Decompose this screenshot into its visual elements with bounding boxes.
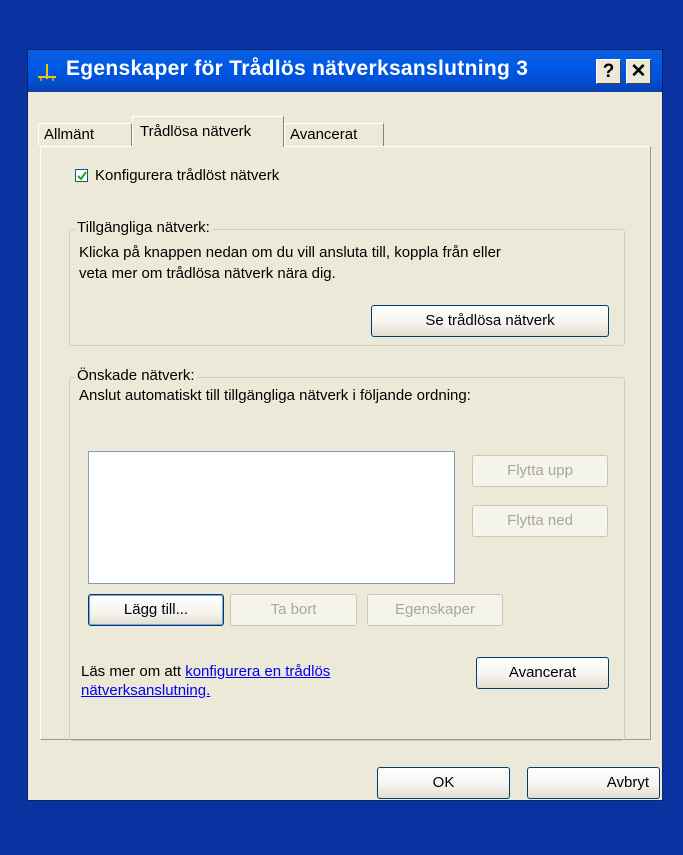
preferred-description: Anslut automatiskt till tillgängliga nät… <box>79 387 471 404</box>
window-title: Egenskaper för Trådlös nätverksanslutnin… <box>66 57 529 80</box>
tab-advanced[interactable]: Avancerat <box>284 123 384 146</box>
preferred-networks-list[interactable] <box>88 451 455 584</box>
learn-more-text: Läs mer om att konfigurera en trådlös <box>81 663 330 680</box>
available-networks-title: Tillgängliga nätverk: <box>75 219 212 236</box>
close-icon: ✕ <box>630 61 647 82</box>
move-down-button[interactable]: Flytta ned <box>472 505 608 537</box>
cancel-button[interactable]: Avbryt <box>527 767 660 799</box>
move-up-button[interactable]: Flytta upp <box>472 455 608 487</box>
available-description-line2: veta mer om trådlösa nätverk nära dig. <box>79 265 336 282</box>
close-button[interactable]: ✕ <box>626 59 651 84</box>
configure-wireless-label: Konfigurera trådlöst nätverk <box>95 167 280 184</box>
properties-button[interactable]: Egenskaper <box>367 594 503 626</box>
remove-button[interactable]: Ta bort <box>230 594 357 626</box>
configure-wireless-link-line2[interactable]: nätverksanslutning. <box>81 682 210 699</box>
add-button[interactable]: Lägg till... <box>88 594 224 626</box>
wireless-network-icon <box>35 61 59 83</box>
configure-wireless-link-line1[interactable]: konfigurera en trådlös <box>185 663 330 680</box>
ok-button[interactable]: OK <box>377 767 510 799</box>
configure-wireless-checkbox[interactable] <box>75 169 88 182</box>
learn-more-prefix: Läs mer om att <box>81 663 186 680</box>
preferred-networks-title: Önskade nätverk: <box>75 367 197 384</box>
title-bar[interactable]: Egenskaper för Trådlös nätverksanslutnin… <box>28 50 662 92</box>
help-button[interactable]: ? <box>596 59 621 84</box>
tab-wireless-networks[interactable]: Trådlösa nätverk <box>132 116 284 147</box>
advanced-button[interactable]: Avancerat <box>476 657 609 689</box>
view-wireless-networks-button[interactable]: Se trådlösa nätverk <box>371 305 609 337</box>
available-description-line1: Klicka på knappen nedan om du vill anslu… <box>79 244 501 261</box>
tab-general[interactable]: Allmänt <box>38 123 132 146</box>
checkmark-icon <box>77 171 87 181</box>
